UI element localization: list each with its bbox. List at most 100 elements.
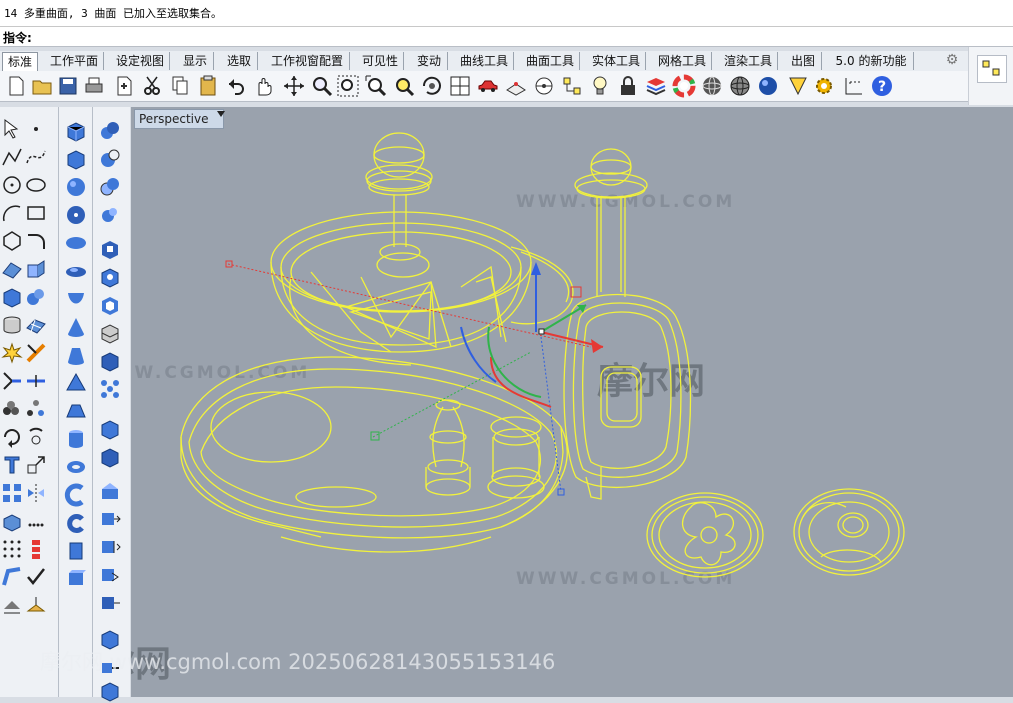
project-icon[interactable] [0, 593, 24, 617]
sphere-center-icon[interactable] [64, 203, 88, 227]
tab-new-in-v5[interactable]: 5.0 的新功能 [829, 52, 914, 70]
lock-icon[interactable] [616, 74, 640, 98]
print-icon[interactable] [82, 74, 106, 98]
layer-icon[interactable] [644, 74, 668, 98]
rebuild-icon[interactable] [24, 593, 48, 617]
solid-edge-icon[interactable] [98, 591, 122, 615]
shell-icon[interactable] [98, 293, 122, 317]
text-object-icon[interactable] [0, 453, 24, 477]
move-edge-icon[interactable] [98, 507, 122, 531]
fillet-curve-icon[interactable] [24, 229, 48, 253]
pipe-icon[interactable] [64, 511, 88, 535]
tab-mesh-tools[interactable]: 网格工具 [653, 52, 712, 70]
tube-icon[interactable] [64, 455, 88, 479]
arc-icon[interactable] [0, 201, 24, 225]
ellipsoid-flat-icon[interactable] [64, 259, 88, 283]
cap-holes-icon[interactable] [98, 237, 122, 261]
rotate-3d-icon[interactable] [24, 425, 48, 449]
import-icon[interactable] [112, 74, 136, 98]
check-icon[interactable] [24, 565, 48, 589]
ungroup-icon[interactable] [24, 397, 48, 421]
ellipsoid-icon[interactable] [64, 231, 88, 255]
box-bottom-icon[interactable] [98, 679, 122, 703]
tab-visibility[interactable]: 可见性 [357, 52, 404, 70]
zoom-icon[interactable] [310, 74, 334, 98]
tab-select[interactable]: 选取 [221, 52, 258, 70]
save-icon[interactable] [56, 74, 80, 98]
wireframe-model[interactable] [131, 107, 1013, 697]
circle-icon[interactable] [0, 173, 24, 197]
cylinder-mesh-icon[interactable] [0, 313, 24, 337]
extrude-solid-icon[interactable] [64, 539, 88, 563]
cylinder-icon[interactable] [64, 427, 88, 451]
grid-points-icon[interactable] [0, 537, 24, 561]
perspective-viewport[interactable]: Perspective WWW.CGMOL.COM WWW.CGMOL.COM … [131, 107, 1013, 697]
car-model-icon[interactable] [476, 74, 500, 98]
trim-icon[interactable] [24, 341, 48, 365]
tab-surface-tools[interactable]: 曲面工具 [521, 52, 580, 70]
boolean-difference-icon[interactable] [98, 147, 122, 171]
sphere-cluster-icon[interactable] [24, 285, 48, 309]
cube-solid-icon[interactable] [98, 417, 122, 441]
split-face-icon[interactable] [98, 535, 122, 559]
zoom-window-icon[interactable] [336, 74, 360, 98]
tab-solid-tools[interactable]: 实体工具 [587, 52, 646, 70]
extrude-curve-icon[interactable] [24, 257, 48, 281]
extrude-surface-icon[interactable] [64, 567, 88, 591]
array-icon[interactable] [0, 481, 24, 505]
surface-grid-icon[interactable] [24, 313, 48, 337]
command-input[interactable] [40, 28, 994, 45]
cone-icon[interactable] [64, 315, 88, 339]
split-icon[interactable] [0, 369, 24, 393]
tab-drafting[interactable]: 出图 [785, 52, 822, 70]
tab-viewport-layout[interactable]: 工作视窗配置 [265, 52, 350, 70]
bend-icon[interactable] [0, 565, 24, 589]
polyline-icon[interactable] [0, 145, 24, 169]
boolean-intersection-icon[interactable] [98, 175, 122, 199]
rotate-icon[interactable] [0, 425, 24, 449]
copy-icon[interactable] [168, 74, 192, 98]
truncated-pyramid-icon[interactable] [64, 399, 88, 423]
offset-surface-icon[interactable] [0, 509, 24, 533]
explode-icon[interactable] [0, 341, 24, 365]
ellipse-icon[interactable] [24, 173, 48, 197]
mirror-icon[interactable] [24, 481, 48, 505]
torus-icon[interactable] [64, 483, 88, 507]
fillet-edge-icon[interactable] [98, 265, 122, 289]
dimension-icon[interactable] [842, 74, 866, 98]
help-icon[interactable]: ? [870, 74, 894, 98]
tab-cplanes[interactable]: 工作平面 [45, 52, 104, 70]
solid-points-icon[interactable] [98, 377, 122, 401]
tab-set-view[interactable]: 设定视图 [111, 52, 170, 70]
osnap-icon[interactable] [532, 74, 556, 98]
tab-settings-gear-icon[interactable]: ⚙ [944, 52, 960, 68]
rotate-view-icon[interactable] [282, 74, 306, 98]
render-sphere-icon[interactable] [756, 74, 780, 98]
select-points-icon[interactable] [560, 74, 584, 98]
grid-snap-icon[interactable] [504, 74, 528, 98]
rotate-camera-icon[interactable] [420, 74, 444, 98]
boolean-union-icon[interactable] [98, 119, 122, 143]
box-corner-icon[interactable] [64, 147, 88, 171]
undo-icon[interactable] [224, 74, 248, 98]
move-face-icon[interactable] [98, 349, 122, 373]
point-icon[interactable] [24, 117, 48, 141]
light-icon[interactable] [588, 74, 612, 98]
extrude-face-icon[interactable] [98, 479, 122, 503]
polygon-icon[interactable] [0, 229, 24, 253]
zoom-extents-icon[interactable] [364, 74, 388, 98]
scale-icon[interactable] [24, 453, 48, 477]
tab-render-tools[interactable]: 渲染工具 [719, 52, 778, 70]
dot-matrix-icon[interactable] [24, 509, 48, 533]
select-filter-icon[interactable] [977, 55, 1007, 83]
options-gear-icon[interactable] [812, 74, 836, 98]
boolean-split-icon[interactable] [98, 203, 122, 227]
sphere-icon[interactable] [64, 175, 88, 199]
curve-icon[interactable] [24, 145, 48, 169]
select-arrow-icon[interactable] [0, 117, 24, 141]
ghost-sphere-icon[interactable] [728, 74, 752, 98]
cube-dark-icon[interactable] [98, 445, 122, 469]
zoom-selected-icon[interactable] [392, 74, 416, 98]
paste-icon[interactable] [196, 74, 220, 98]
extract-surface-icon[interactable] [98, 321, 122, 345]
